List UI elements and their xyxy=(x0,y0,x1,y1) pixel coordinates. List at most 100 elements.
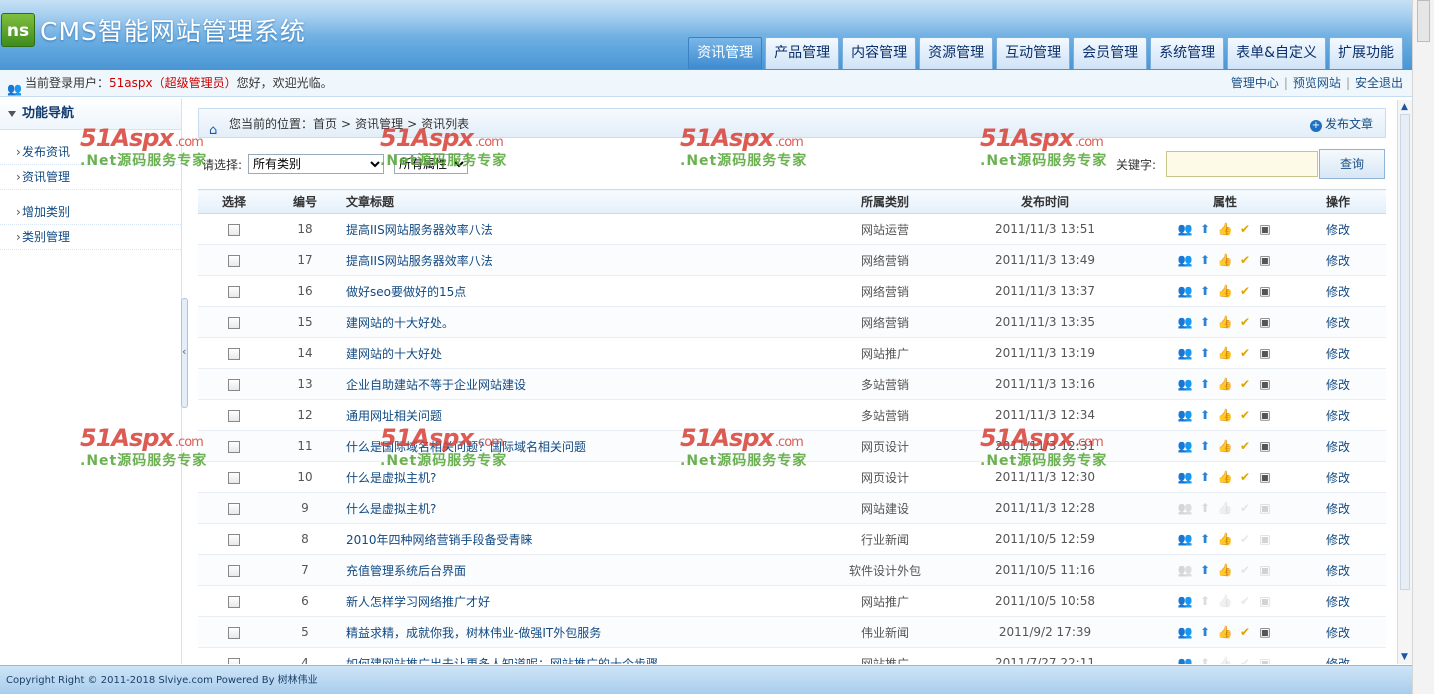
sidebar-item[interactable]: 资讯管理 xyxy=(0,165,181,190)
recommend-icon[interactable]: ✔ xyxy=(1237,222,1253,236)
article-title-link[interactable]: 2010年四种网络营销手段备受青睐 xyxy=(346,533,533,547)
sidebar-item[interactable]: 类别管理 xyxy=(0,225,181,250)
edit-link[interactable]: 修改 xyxy=(1326,254,1350,268)
article-title-link[interactable]: 如何建网站推广出去让更多人知道呢：网站推广的十个步骤 xyxy=(346,657,658,665)
nav-tab-2[interactable]: 内容管理 xyxy=(842,37,917,69)
image-icon[interactable]: ▣ xyxy=(1257,470,1273,484)
vip-icon[interactable]: 👥 xyxy=(1177,284,1193,298)
vip-icon[interactable]: 👥 xyxy=(1177,222,1193,236)
thumb-up-icon[interactable]: 👍 xyxy=(1217,253,1233,267)
edit-link[interactable]: 修改 xyxy=(1326,285,1350,299)
row-checkbox[interactable] xyxy=(228,657,240,664)
image-icon[interactable]: ▣ xyxy=(1257,532,1273,546)
top-link-1[interactable]: 预览网站 xyxy=(1293,76,1341,90)
row-checkbox[interactable] xyxy=(228,471,240,484)
recommend-icon[interactable]: ✔ xyxy=(1237,377,1253,391)
image-icon[interactable]: ▣ xyxy=(1257,377,1273,391)
article-title-link[interactable]: 新人怎样学习网络推广才好 xyxy=(346,595,490,609)
vip-icon[interactable]: 👥 xyxy=(1177,470,1193,484)
row-checkbox[interactable] xyxy=(228,378,240,391)
row-checkbox[interactable] xyxy=(228,223,240,236)
image-icon[interactable]: ▣ xyxy=(1257,222,1273,236)
article-title-link[interactable]: 精益求精，成就你我，树林伟业-做强IT外包服务 xyxy=(346,626,601,640)
thumb-up-icon[interactable]: 👍 xyxy=(1217,346,1233,360)
row-checkbox[interactable] xyxy=(228,285,240,298)
row-checkbox[interactable] xyxy=(228,595,240,608)
top-link-2[interactable]: 安全退出 xyxy=(1355,76,1403,90)
row-checkbox[interactable] xyxy=(228,254,240,267)
row-checkbox[interactable] xyxy=(228,626,240,639)
edit-link[interactable]: 修改 xyxy=(1326,223,1350,237)
edit-link[interactable]: 修改 xyxy=(1326,378,1350,392)
sidebar-item[interactable]: 发布资讯 xyxy=(0,140,181,165)
vip-icon[interactable]: 👥 xyxy=(1177,253,1193,267)
top-arrow-icon[interactable]: ⬆ xyxy=(1197,563,1213,577)
nav-tab-6[interactable]: 系统管理 xyxy=(1150,37,1225,69)
recommend-icon[interactable]: ✔ xyxy=(1237,346,1253,360)
article-title-link[interactable]: 提高IIS网站服务器效率八法 xyxy=(346,254,493,268)
edit-link[interactable]: 修改 xyxy=(1326,409,1350,423)
vip-icon[interactable]: 👥 xyxy=(1177,408,1193,422)
row-checkbox[interactable] xyxy=(228,564,240,577)
article-title-link[interactable]: 企业自助建站不等于企业网站建设 xyxy=(346,378,526,392)
sidebar-item[interactable]: 增加类别 xyxy=(0,200,181,225)
vip-icon[interactable]: 👥 xyxy=(1177,346,1193,360)
article-title-link[interactable]: 做好seo要做好的15点 xyxy=(346,285,466,299)
image-icon[interactable]: ▣ xyxy=(1257,408,1273,422)
vip-icon[interactable]: 👥 xyxy=(1177,439,1193,453)
search-button[interactable]: 查询 xyxy=(1319,149,1385,179)
nav-tab-7[interactable]: 表单&自定义 xyxy=(1227,37,1326,69)
recommend-icon[interactable]: ✔ xyxy=(1237,408,1253,422)
thumb-up-icon[interactable]: 👍 xyxy=(1217,501,1233,515)
row-checkbox[interactable] xyxy=(228,440,240,453)
edit-link[interactable]: 修改 xyxy=(1326,440,1350,454)
scroll-up-icon[interactable]: ▲ xyxy=(1401,102,1408,112)
thumb-up-icon[interactable]: 👍 xyxy=(1217,532,1233,546)
thumb-up-icon[interactable]: 👍 xyxy=(1217,439,1233,453)
article-title-link[interactable]: 提高IIS网站服务器效率八法 xyxy=(346,223,493,237)
recommend-icon[interactable]: ✔ xyxy=(1237,594,1253,608)
recommend-icon[interactable]: ✔ xyxy=(1237,563,1253,577)
breadcrumb-item[interactable]: 资讯管理 xyxy=(355,117,403,131)
top-arrow-icon[interactable]: ⬆ xyxy=(1197,253,1213,267)
vip-icon[interactable]: 👥 xyxy=(1177,532,1193,546)
row-checkbox[interactable] xyxy=(228,409,240,422)
vip-icon[interactable]: 👥 xyxy=(1177,315,1193,329)
nav-tab-1[interactable]: 产品管理 xyxy=(765,37,840,69)
row-checkbox[interactable] xyxy=(228,347,240,360)
vip-icon[interactable]: 👥 xyxy=(1177,563,1193,577)
article-title-link[interactable]: 什么是虚拟主机? xyxy=(346,471,436,485)
recommend-icon[interactable]: ✔ xyxy=(1237,656,1253,664)
recommend-icon[interactable]: ✔ xyxy=(1237,284,1253,298)
article-title-link[interactable]: 建网站的十大好处。 xyxy=(346,316,454,330)
nav-tab-0[interactable]: 资讯管理 xyxy=(688,37,763,69)
nav-tab-3[interactable]: 资源管理 xyxy=(919,37,994,69)
image-icon[interactable]: ▣ xyxy=(1257,501,1273,515)
image-icon[interactable]: ▣ xyxy=(1257,284,1273,298)
row-checkbox[interactable] xyxy=(228,502,240,515)
content-scrollbar[interactable]: ▲ ▼ xyxy=(1397,100,1412,664)
vip-icon[interactable]: 👥 xyxy=(1177,501,1193,515)
vip-icon[interactable]: 👥 xyxy=(1177,377,1193,391)
top-arrow-icon[interactable]: ⬆ xyxy=(1197,625,1213,639)
thumb-up-icon[interactable]: 👍 xyxy=(1217,284,1233,298)
recommend-icon[interactable]: ✔ xyxy=(1237,625,1253,639)
thumb-up-icon[interactable]: 👍 xyxy=(1217,594,1233,608)
thumb-up-icon[interactable]: 👍 xyxy=(1217,222,1233,236)
edit-link[interactable]: 修改 xyxy=(1326,595,1350,609)
breadcrumb-item[interactable]: 首页 xyxy=(313,117,337,131)
sidebar-toggle-handle[interactable] xyxy=(181,298,188,408)
scrollbar-thumb[interactable] xyxy=(1417,0,1430,42)
recommend-icon[interactable]: ✔ xyxy=(1237,253,1253,267)
image-icon[interactable]: ▣ xyxy=(1257,594,1273,608)
edit-link[interactable]: 修改 xyxy=(1326,502,1350,516)
top-arrow-icon[interactable]: ⬆ xyxy=(1197,656,1213,664)
scroll-down-icon[interactable]: ▼ xyxy=(1401,652,1408,662)
top-arrow-icon[interactable]: ⬆ xyxy=(1197,284,1213,298)
nav-tab-4[interactable]: 互动管理 xyxy=(996,37,1071,69)
top-arrow-icon[interactable]: ⬆ xyxy=(1197,222,1213,236)
top-arrow-icon[interactable]: ⬆ xyxy=(1197,315,1213,329)
top-arrow-icon[interactable]: ⬆ xyxy=(1197,470,1213,484)
thumb-up-icon[interactable]: 👍 xyxy=(1217,625,1233,639)
edit-link[interactable]: 修改 xyxy=(1326,347,1350,361)
